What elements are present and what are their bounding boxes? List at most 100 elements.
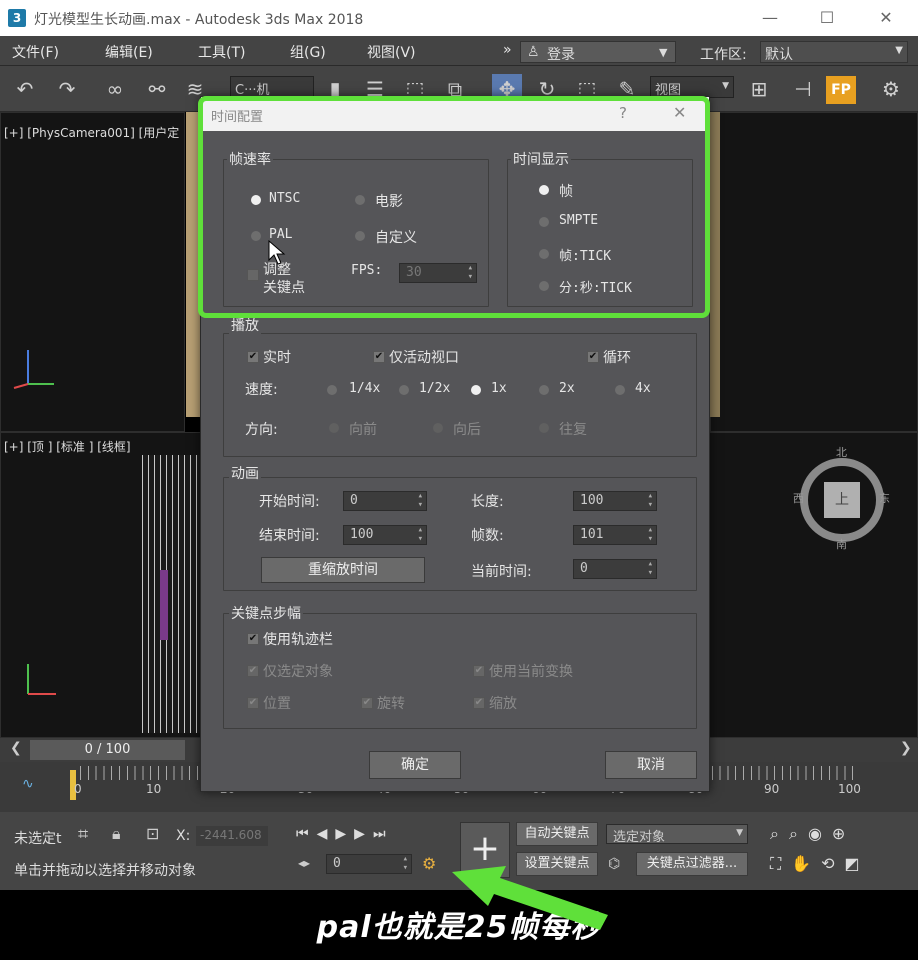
viewcube-west[interactable]: 西 [793, 490, 804, 506]
play-icon[interactable]: ▶ [335, 826, 354, 842]
forward-radio[interactable] [329, 423, 339, 433]
time-config-icon[interactable]: ⚙ [422, 854, 436, 873]
undo-icon[interactable]: ↶ [10, 74, 40, 104]
current-time-field[interactable]: 0 ▴ ▾ [573, 559, 657, 579]
use-trackbar-checkbox[interactable]: ✔ [247, 633, 259, 645]
forward-label[interactable]: 向前 [349, 419, 377, 439]
viewcube-face[interactable]: 上 [824, 482, 860, 518]
zoom-all-icon[interactable]: ⌕ [789, 824, 808, 843]
spinner-arrows-icon[interactable]: ▴ ▾ [648, 560, 653, 578]
start-time-field[interactable]: 0 ▴ ▾ [343, 491, 427, 511]
position-checkbox[interactable]: ✔ [247, 697, 259, 709]
use-current-transform-checkbox[interactable]: ✔ [473, 665, 485, 677]
reference-coord-select[interactable]: 视图 ▼ [650, 76, 734, 98]
maximize-button[interactable]: ☐ [815, 6, 839, 30]
key-filters-button[interactable]: 关键点过滤器... [636, 852, 748, 876]
menu-view[interactable]: 视图(V) [367, 42, 416, 62]
link-icon[interactable]: ∞ [100, 74, 130, 104]
spinner-arrows-icon[interactable]: ▴ ▾ [648, 526, 653, 544]
absolute-mode-icon[interactable]: ⊡ [146, 824, 159, 843]
selection-set-select[interactable]: 选定对象 ▼ [606, 824, 748, 845]
rescale-time-button[interactable]: 重缩放时间 [261, 557, 425, 583]
rotation-checkbox[interactable]: ✔ [361, 697, 373, 709]
speed-2x-radio[interactable] [539, 385, 549, 395]
current-frame-field[interactable]: 0 ▴ ▾ [326, 854, 412, 874]
curve-editor-icon[interactable]: ∿ [22, 776, 34, 792]
prev-frame-icon[interactable]: ❮ [10, 740, 22, 756]
active-viewport-checkbox[interactable]: ✔ [373, 351, 385, 363]
menu-group[interactable]: 组(G) [290, 42, 326, 62]
rotation-label[interactable]: 旋转 [377, 693, 405, 713]
snap-icon[interactable]: ⊣ [788, 74, 818, 104]
speed-2x-label[interactable]: 2x [559, 381, 575, 396]
isolate-icon[interactable]: ⌗ [78, 824, 88, 845]
next-frame-icon[interactable]: ❯ [900, 740, 912, 756]
workspace-select[interactable]: 默认 ▼ [760, 41, 908, 63]
realtime-label[interactable]: 实时 [263, 347, 291, 367]
realtime-checkbox[interactable]: ✔ [247, 351, 259, 363]
loop-label[interactable]: 循环 [603, 347, 631, 367]
use-trackbar-label[interactable]: 使用轨迹栏 [263, 629, 333, 649]
reverse-label[interactable]: 向后 [453, 419, 481, 439]
length-field[interactable]: 100 ▴ ▾ [573, 491, 657, 511]
end-time-field[interactable]: 100 ▴ ▾ [343, 525, 427, 545]
lock-icon[interactable]: 🔒︎ [112, 824, 121, 844]
scale-label[interactable]: 缩放 [489, 693, 517, 713]
menu-tools[interactable]: 工具(T) [198, 42, 245, 62]
cancel-button[interactable]: 取消 [605, 751, 697, 779]
position-label[interactable]: 位置 [263, 693, 291, 713]
speed-1x-radio[interactable] [471, 385, 481, 395]
fp-button[interactable]: FP [826, 76, 856, 104]
speed-1x-label[interactable]: 1x [491, 381, 507, 396]
pan-icon[interactable]: ✋ [791, 854, 821, 873]
menu-edit[interactable]: 编辑(E) [105, 42, 153, 62]
new-key-icon[interactable]: + [460, 822, 510, 878]
key-filter-icon[interactable]: ⌬ [608, 856, 620, 872]
zoom-extents-all-icon[interactable]: ⊕ [832, 824, 855, 843]
redo-icon[interactable]: ↷ [52, 74, 82, 104]
maximize-viewport-icon[interactable]: ◩ [845, 854, 870, 873]
spinner-arrows-icon[interactable]: ▴ ▾ [403, 855, 408, 873]
top-viewport-label[interactable]: [+] [顶 ] [标准 ] [线框] [4, 438, 131, 455]
pivot-icon[interactable]: ⊞ [744, 74, 774, 104]
speed-4x-label[interactable]: 4x [635, 381, 651, 396]
auto-key-button[interactable]: 自动关键点 [516, 822, 598, 846]
ok-button[interactable]: 确定 [369, 751, 461, 779]
menu-file[interactable]: 文件(F) [12, 42, 59, 62]
set-key-button[interactable]: 设置关键点 [516, 852, 598, 876]
go-to-start-icon[interactable]: ⏮ [296, 826, 317, 842]
menu-overflow[interactable]: » [503, 42, 512, 58]
prev-key-icon[interactable]: ◀ [317, 826, 336, 842]
use-current-transform-label[interactable]: 使用当前变换 [489, 661, 573, 681]
selected-only-checkbox[interactable]: ✔ [247, 665, 259, 677]
speed-quarter-label[interactable]: 1/4x [349, 381, 380, 396]
viewcube-east[interactable]: 东 [879, 490, 890, 506]
pingpong-radio[interactable] [539, 423, 549, 433]
go-to-end-icon[interactable]: ⏭ [373, 826, 394, 842]
key-mode-icon[interactable]: ◂▸ [298, 856, 310, 870]
selected-only-label[interactable]: 仅选定对象 [263, 661, 333, 681]
viewcube-south[interactable]: 南 [836, 536, 847, 552]
speed-4x-radio[interactable] [615, 385, 625, 395]
scale-checkbox[interactable]: ✔ [473, 697, 485, 709]
zoom-extents-icon[interactable]: ◉ [808, 824, 832, 843]
speed-half-radio[interactable] [399, 385, 409, 395]
selection-filter-select[interactable]: C···机 [230, 76, 314, 98]
unlink-icon[interactable]: ⚯ [142, 74, 172, 104]
spinner-arrows-icon[interactable]: ▴ ▾ [418, 526, 423, 544]
spinner-arrows-icon[interactable]: ▴ ▾ [648, 492, 653, 510]
render-setup-icon[interactable]: ⚙ [876, 74, 906, 104]
loop-checkbox[interactable]: ✔ [587, 351, 599, 363]
x-coord-field[interactable]: -2441.608 [196, 826, 268, 846]
speed-quarter-radio[interactable] [327, 385, 337, 395]
minimize-button[interactable]: — [758, 6, 782, 30]
next-key-icon[interactable]: ▶ [354, 826, 373, 842]
orbit-icon[interactable]: ⟲ [821, 854, 844, 873]
camera-viewport-label[interactable]: [+] [PhysCamera001] [用户定 [4, 124, 179, 141]
login-dropdown[interactable]: ♙ 登录 ▼ [520, 41, 676, 63]
spinner-arrows-icon[interactable]: ▴ ▾ [418, 492, 423, 510]
pingpong-label[interactable]: 往复 [559, 419, 587, 439]
right-viewport[interactable] [710, 112, 918, 432]
frame-count-field[interactable]: 101 ▴ ▾ [573, 525, 657, 545]
active-viewport-label[interactable]: 仅活动视口 [389, 347, 459, 367]
